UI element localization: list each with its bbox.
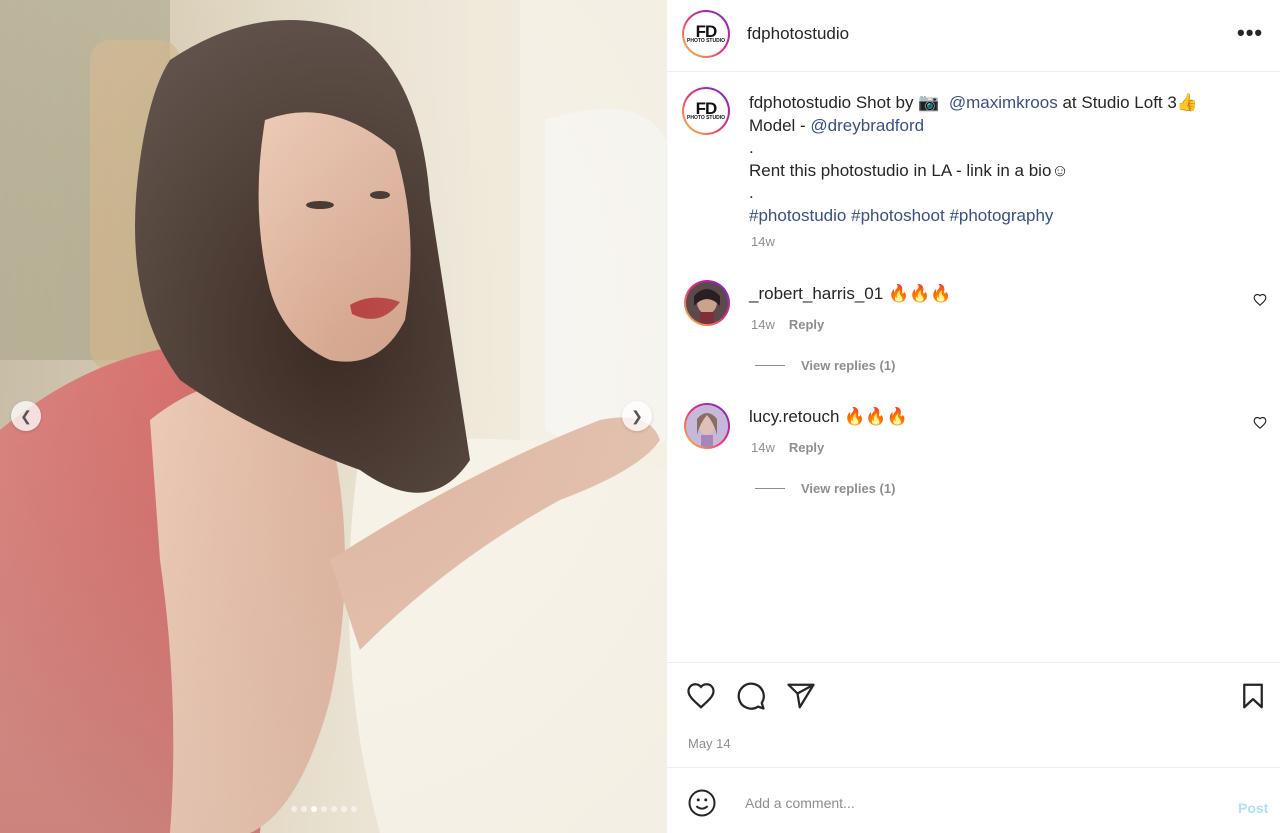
post-comment-button[interactable]: Post [1238, 800, 1268, 816]
comment-like-button[interactable] [1253, 293, 1267, 307]
commenter-avatar[interactable] [684, 280, 730, 326]
carousel-dot [331, 806, 337, 812]
caption-timestamp: 14w [751, 234, 775, 249]
post-side-panel: FD PHOTO STUDIO fdphotostudio ••• FD PHO… [666, 0, 1280, 833]
caption-rent-line: Rent this photostudio in LA - link in a … [749, 160, 1069, 180]
view-replies-button[interactable]: View replies (1) [755, 481, 895, 496]
comment-meta: 14w Reply [751, 440, 824, 455]
caption-model-label: Model - [749, 115, 806, 135]
bookmark-icon [1243, 683, 1263, 709]
comment-meta: 14w Reply [751, 317, 824, 332]
comment-timestamp: 14w [751, 317, 775, 332]
logo-fd: FD [695, 99, 718, 118]
carousel-next-button[interactable]: ❯ [622, 401, 652, 431]
carousel-dot [301, 806, 307, 812]
mention-link[interactable]: @dreybradford [810, 116, 924, 135]
comment-timestamp: 14w [751, 440, 775, 455]
caption-username[interactable]: fdphotostudio [749, 93, 851, 112]
emoji-button[interactable] [687, 788, 717, 818]
comment-text: 🔥🔥🔥 [844, 407, 908, 426]
comment-content: _robert_harris_01 🔥🔥🔥 [749, 284, 951, 304]
share-button[interactable] [786, 681, 816, 711]
comment-like-button[interactable] [1253, 416, 1267, 430]
logo-fd: FD [695, 22, 718, 41]
chevron-left-icon: ❮ [20, 407, 32, 424]
carousel-dot [291, 806, 297, 812]
avatar-image [686, 405, 728, 447]
author-avatar[interactable]: FD PHOTO STUDIO [682, 10, 730, 58]
like-button[interactable] [686, 681, 716, 711]
carousel-dot-active [311, 806, 317, 812]
view-replies-button[interactable]: View replies (1) [755, 358, 895, 373]
caption-avatar[interactable]: FD PHOTO STUDIO [682, 87, 730, 135]
caption-location: at Studio Loft 3👍 [1062, 93, 1198, 112]
author-username[interactable]: fdphotostudio [747, 24, 849, 44]
hashtag-link[interactable]: #photoshoot [851, 206, 945, 225]
caption-text: fdphotostudio Shot by 📷 @maximkroos at S… [749, 92, 1249, 254]
hashtag-link[interactable]: #photostudio [749, 206, 846, 225]
post-actions: May 14 [667, 662, 1280, 766]
comment-text: 🔥🔥🔥 [887, 284, 952, 303]
caption-dot: . [749, 183, 754, 202]
commenter-avatar[interactable] [684, 403, 730, 449]
post-media: ❮ ❯ [0, 0, 666, 833]
avatar-image [686, 282, 728, 324]
more-options-button[interactable]: ••• [1237, 20, 1263, 46]
view-replies-label: View replies (1) [801, 481, 896, 496]
comment-icon [737, 682, 765, 710]
comment-username[interactable]: _robert_harris_01 [749, 284, 883, 303]
heart-icon [1253, 293, 1267, 307]
comment-username[interactable]: lucy.retouch [749, 407, 839, 426]
comment-button[interactable] [736, 681, 766, 711]
carousel-indicator [291, 806, 357, 812]
caption-shot-by: Shot by 📷 [855, 93, 940, 112]
mention-link[interactable]: @maximkroos [949, 93, 1058, 112]
post-date[interactable]: May 14 [688, 736, 731, 751]
carousel-dot [351, 806, 357, 812]
emoji-icon [688, 789, 716, 817]
chevron-right-icon: ❯ [631, 407, 643, 424]
logo-sub: PHOTO STUDIO [687, 38, 725, 44]
carousel-dot [321, 806, 327, 812]
save-button[interactable] [1238, 681, 1268, 711]
post-header: FD PHOTO STUDIO fdphotostudio ••• [667, 0, 1280, 72]
carousel-dot [341, 806, 347, 812]
heart-icon [1253, 416, 1267, 430]
post-photo [0, 0, 666, 833]
logo-sub: PHOTO STUDIO [687, 115, 725, 121]
more-icon: ••• [1237, 20, 1264, 45]
share-icon [787, 683, 815, 709]
reply-button[interactable]: Reply [789, 317, 824, 332]
heart-icon [687, 683, 715, 709]
comment-content: lucy.retouch 🔥🔥🔥 [749, 407, 908, 427]
hashtag-link[interactable]: #photography [949, 206, 1053, 225]
carousel-prev-button[interactable]: ❮ [11, 401, 41, 431]
caption-dot: . [749, 138, 754, 157]
replies-divider [755, 365, 785, 366]
view-replies-label: View replies (1) [801, 358, 896, 373]
comment-input[interactable] [745, 790, 1215, 816]
add-comment-bar: Post [667, 767, 1280, 833]
reply-button[interactable]: Reply [789, 440, 824, 455]
replies-divider [755, 488, 785, 489]
